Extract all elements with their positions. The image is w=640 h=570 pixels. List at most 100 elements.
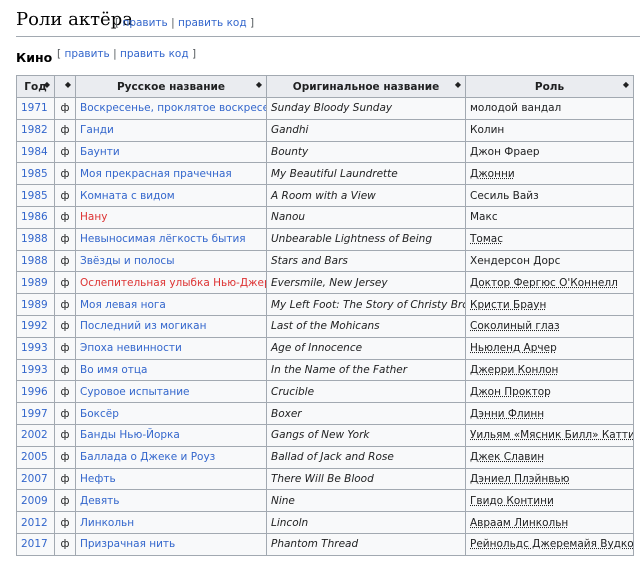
edit-link[interactable]: править <box>122 17 167 29</box>
column-header-original-title[interactable]: Оригинальное название ◆ <box>266 75 466 98</box>
year-link[interactable]: 1992 <box>21 320 48 332</box>
role-cell: Джон Фраер <box>465 140 634 164</box>
russian-title-link[interactable]: Банды Нью-Йорка <box>80 429 180 441</box>
role-link[interactable]: Гвидо Контини <box>470 495 554 507</box>
type-cell: ф <box>54 467 76 491</box>
edit-code-link[interactable]: править код <box>178 17 247 29</box>
table-row: 2012 ф Линкольн Lincoln Авраам Линкольн <box>16 511 634 534</box>
russian-title-link[interactable]: Баунти <box>80 146 120 158</box>
table-row: 1996 ф Суровое испытание Crucible Джон Прокт… <box>16 380 634 404</box>
original-title-cell: Boxer <box>266 402 466 425</box>
year-link[interactable]: 2002 <box>21 429 48 441</box>
role-link[interactable]: Доктор Фергюс О'Коннелл <box>470 277 618 289</box>
russian-title-link[interactable]: Призрачная нить <box>80 538 175 550</box>
type-cell: ф <box>54 293 76 316</box>
sort-icon[interactable]: ◆ <box>256 80 262 89</box>
year-link[interactable]: 1971 <box>21 102 48 114</box>
header-label: Русское название <box>116 80 225 93</box>
russian-title-link[interactable]: Во имя отца <box>80 364 148 376</box>
year-link[interactable]: 1988 <box>21 233 48 245</box>
russian-title-link[interactable]: Комната с видом <box>80 190 175 202</box>
russian-title-link[interactable]: Линкольн <box>80 517 134 529</box>
year-cell: 2005 <box>16 445 55 469</box>
russian-title-cell: Ганди <box>75 118 267 142</box>
role-cell: Дэнни Флинн <box>465 402 634 425</box>
russian-title-link[interactable]: Ослепительная улыбка Нью-Джерси <box>80 277 266 289</box>
sort-icon[interactable]: ◆ <box>65 80 71 89</box>
russian-title-cell: Моя левая нога <box>75 293 267 316</box>
year-link[interactable]: 2005 <box>21 451 48 463</box>
year-link[interactable]: 1989 <box>21 299 48 311</box>
role-link[interactable]: Уильям «Мясник Билл» Каттинг <box>470 429 633 441</box>
russian-title-link[interactable]: Суровое испытание <box>80 386 190 398</box>
russian-title-link[interactable]: Моя левая нога <box>80 299 166 311</box>
russian-title-link[interactable]: Невыносимая лёгкость бытия <box>80 233 246 245</box>
role-link[interactable]: Томас <box>470 233 503 245</box>
role-link[interactable]: Рейнольдс Джеремайя Вудкок <box>470 538 633 550</box>
role-link[interactable]: Дэниел Плэйнвью <box>470 473 569 485</box>
role-link[interactable]: Дэнни Флинн <box>470 408 544 420</box>
russian-title-cell: Банды Нью-Йорка <box>75 423 267 447</box>
russian-title-link[interactable]: Последний из могикан <box>80 320 206 332</box>
year-cell: 1997 <box>16 402 55 425</box>
original-title-cell: Bounty <box>266 140 466 164</box>
year-cell: 1989 <box>16 271 55 295</box>
russian-title-cell: Ослепительная улыбка Нью-Джерси <box>75 271 267 295</box>
year-link[interactable]: 2017 <box>21 538 48 550</box>
year-link[interactable]: 1993 <box>21 364 48 376</box>
edit-link[interactable]: править <box>64 48 109 60</box>
role-link[interactable]: Джонни <box>470 168 515 180</box>
year-cell: 1988 <box>16 227 55 251</box>
role-cell: Авраам Линкольн <box>465 511 634 534</box>
sort-icon[interactable]: ◆ <box>623 80 629 89</box>
russian-title-link[interactable]: Воскресенье, проклятое воскресенье <box>80 102 266 114</box>
russian-title-link[interactable]: Нефть <box>80 473 116 485</box>
type-cell: ф <box>54 423 76 447</box>
year-cell: 1985 <box>16 184 55 207</box>
year-link[interactable]: 1984 <box>21 146 48 158</box>
column-header-russian-title[interactable]: Русское название ◆ <box>75 75 267 98</box>
year-link[interactable]: 1997 <box>21 408 48 420</box>
sort-icon[interactable]: ◆ <box>44 80 50 89</box>
column-header-type[interactable]: ◆ <box>54 75 76 98</box>
russian-title-link[interactable]: Ганди <box>80 124 114 136</box>
year-link[interactable]: 2009 <box>21 495 48 507</box>
role-link[interactable]: Джек Славин <box>470 451 544 463</box>
role-cell: Рейнольдс Джеремайя Вудкок <box>465 532 634 556</box>
year-link[interactable]: 2012 <box>21 517 48 529</box>
russian-title-cell: Звёзды и полосы <box>75 249 267 273</box>
role-cell: Макс <box>465 205 634 229</box>
year-cell: 2002 <box>16 423 55 447</box>
role-link[interactable]: Кристи Браун <box>470 299 546 311</box>
role-link[interactable]: Джон Проктор <box>470 386 551 398</box>
russian-title-link[interactable]: Звёзды и полосы <box>80 255 175 267</box>
year-link[interactable]: 1986 <box>21 211 48 223</box>
original-title-cell: Sunday Bloody Sunday <box>266 97 466 120</box>
column-header-role[interactable]: Роль ◆ <box>465 75 634 98</box>
edit-code-link[interactable]: править код <box>120 48 189 60</box>
year-link[interactable]: 1989 <box>21 277 48 289</box>
year-link[interactable]: 1988 <box>21 255 48 267</box>
russian-title-link[interactable]: Девять <box>80 495 119 507</box>
year-cell: 1986 <box>16 205 55 229</box>
year-link[interactable]: 1982 <box>21 124 48 136</box>
year-link[interactable]: 1985 <box>21 190 48 202</box>
type-cell: ф <box>54 336 76 360</box>
russian-title-link[interactable]: Боксёр <box>80 408 119 420</box>
role-link[interactable]: Авраам Линкольн <box>470 517 568 529</box>
type-cell: ф <box>54 249 76 273</box>
role-link[interactable]: Джерри Конлон <box>470 364 558 376</box>
year-link[interactable]: 1996 <box>21 386 48 398</box>
original-title-cell: Age of Innocence <box>266 336 466 360</box>
russian-title-link[interactable]: Баллада о Джеке и Роуз <box>80 451 215 463</box>
role-link[interactable]: Ньюленд Арчер <box>470 342 557 354</box>
russian-title-link[interactable]: Моя прекрасная прачечная <box>80 168 232 180</box>
year-link[interactable]: 2007 <box>21 473 48 485</box>
role-link[interactable]: Соколиный глаз <box>470 320 560 332</box>
russian-title-link[interactable]: Нану <box>80 211 107 223</box>
sort-icon[interactable]: ◆ <box>455 80 461 89</box>
russian-title-link[interactable]: Эпоха невинности <box>80 342 182 354</box>
column-header-year[interactable]: Год ◆ <box>16 75 55 98</box>
year-link[interactable]: 1985 <box>21 168 48 180</box>
year-link[interactable]: 1993 <box>21 342 48 354</box>
